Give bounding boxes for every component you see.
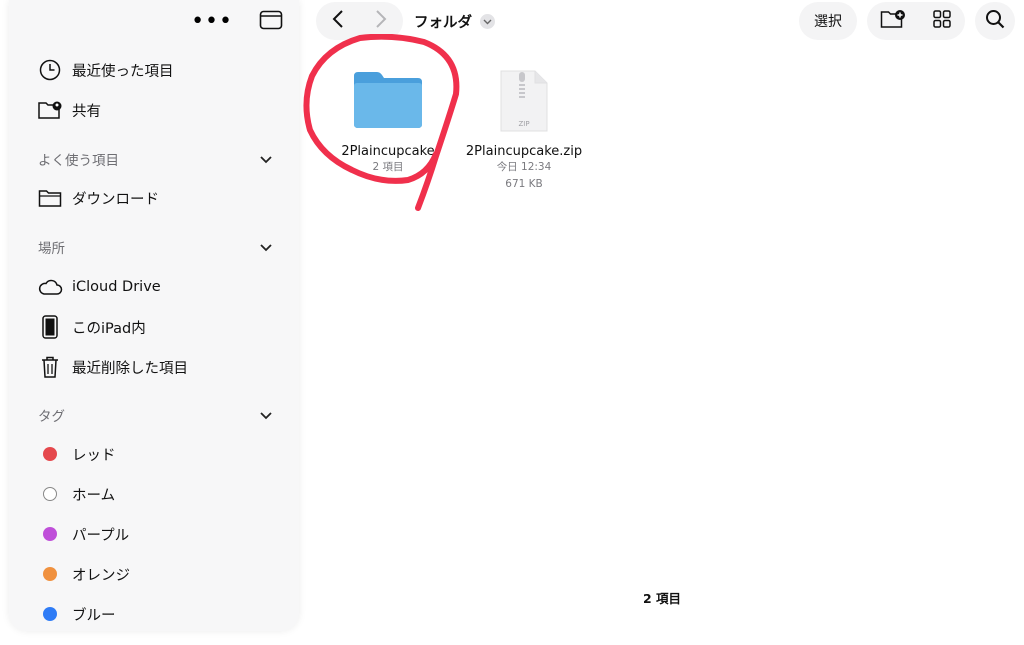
sidebar-item-label: このiPad内 xyxy=(72,320,146,337)
sidebar-item-label: ホーム xyxy=(72,487,116,504)
section-header-tags[interactable]: タグ xyxy=(38,404,273,426)
more-options-icon[interactable]: ••• xyxy=(191,11,233,33)
forward-chevron-icon[interactable] xyxy=(374,9,388,33)
zip-file-icon: ZIP xyxy=(464,68,584,134)
back-chevron-icon[interactable] xyxy=(331,9,345,33)
file-size: 671 KB xyxy=(505,178,543,190)
page-title: フォルダ xyxy=(414,15,472,31)
sidebar-item-shared[interactable]: 共有 xyxy=(37,97,101,123)
search-button[interactable] xyxy=(975,2,1015,40)
sidebar-toggle-icon[interactable] xyxy=(259,10,283,34)
shared-folder-icon xyxy=(37,97,63,123)
red-tag-dot-icon xyxy=(43,447,57,461)
purple-tag-dot-icon xyxy=(43,527,57,541)
status-item-count: 2 項目 xyxy=(642,591,682,606)
section-header-locations[interactable]: 場所 xyxy=(38,236,273,258)
section-header-favorites[interactable]: よく使う項目 xyxy=(38,148,273,170)
select-button[interactable]: 選択 xyxy=(799,2,857,40)
sidebar-item-tag-orange[interactable]: オレンジ xyxy=(37,561,130,587)
file-date: 今日 12:34 xyxy=(496,161,552,173)
new-folder-icon[interactable] xyxy=(880,8,906,34)
sidebar-item-recently-deleted[interactable]: 最近削除した項目 xyxy=(37,354,188,380)
clock-icon xyxy=(37,57,63,83)
sidebar-top-controls: ••• xyxy=(191,10,283,34)
sidebar-item-label: パープル xyxy=(72,527,130,544)
section-title: タグ xyxy=(38,409,65,425)
chevron-down-icon[interactable] xyxy=(259,406,273,425)
sidebar-item-tag-purple[interactable]: パープル xyxy=(37,521,129,547)
sidebar-item-label: 共有 xyxy=(72,103,101,120)
sidebar-item-label: iCloud Drive xyxy=(72,279,161,295)
chevron-down-icon[interactable] xyxy=(259,150,273,169)
zip-badge: ZIP xyxy=(518,120,529,128)
section-title: 場所 xyxy=(38,241,65,257)
file-name: 2Plaincupcake xyxy=(341,144,435,159)
file-item-zip[interactable]: ZIP 2Plaincupcake.zip 今日 12:34 671 KB xyxy=(464,68,584,193)
home-tag-dot-icon xyxy=(43,487,57,501)
sidebar-item-downloads[interactable]: ダウンロード xyxy=(37,185,159,211)
sidebar-item-label: ダウンロード xyxy=(72,191,159,208)
sidebar-item-label: オレンジ xyxy=(72,567,130,584)
sidebar-item-icloud-drive[interactable]: iCloud Drive xyxy=(37,274,161,300)
trash-icon xyxy=(37,354,63,380)
folder-title-menu[interactable]: フォルダ xyxy=(414,11,495,32)
file-meta: 2 項目 xyxy=(372,161,404,173)
search-icon xyxy=(985,9,1005,33)
folder-icon xyxy=(328,68,448,132)
file-name: 2Plaincupcake.zip xyxy=(465,144,583,159)
orange-tag-dot-icon xyxy=(43,567,57,581)
navigation-buttons xyxy=(316,2,403,40)
chevron-down-icon[interactable] xyxy=(480,14,495,29)
sidebar-item-label: レッド xyxy=(72,447,116,464)
sidebar-item-label: 最近削除した項目 xyxy=(72,360,188,377)
file-item-folder[interactable]: 2Plaincupcake 2 項目 xyxy=(328,68,448,176)
view-actions xyxy=(867,2,965,40)
sidebar-item-label: 最近使った項目 xyxy=(72,63,174,80)
sidebar-item-on-my-ipad[interactable]: このiPad内 xyxy=(37,314,146,340)
sidebar-item-tag-red[interactable]: レッド xyxy=(37,441,116,467)
folder-icon xyxy=(37,185,63,211)
sidebar-item-tag-home[interactable]: ホーム xyxy=(37,481,115,507)
ipad-icon xyxy=(37,314,63,340)
cloud-icon xyxy=(37,274,63,300)
section-title: よく使う項目 xyxy=(38,153,119,169)
sidebar-item-recents[interactable]: 最近使った項目 xyxy=(37,57,174,83)
blue-tag-dot-icon xyxy=(43,607,57,621)
sidebar: ••• 最近使った項目 共有 よく使う項目 ダウンロード 場所 iCloud D… xyxy=(9,0,299,631)
chevron-down-icon[interactable] xyxy=(259,238,273,257)
grid-view-icon[interactable] xyxy=(932,9,952,33)
